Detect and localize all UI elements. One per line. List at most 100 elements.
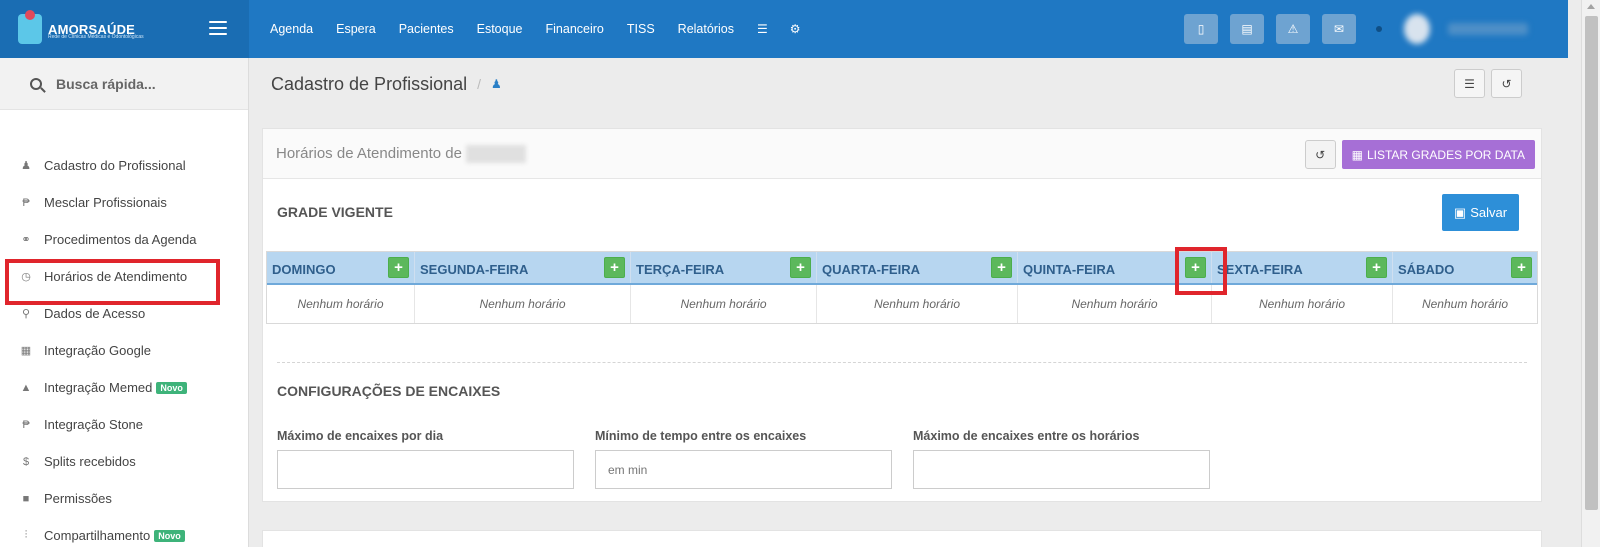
clock-icon: ◷: [21, 271, 31, 283]
day-column-segunda: SEGUNDA-FEIRA +: [415, 252, 631, 283]
scroll-thumb[interactable]: [1585, 16, 1598, 510]
history-icon: ↺: [1315, 147, 1326, 162]
grade-title: GRADE VIGENTE: [277, 204, 393, 220]
min-interval-label: Mínimo de tempo entre os encaixes: [595, 429, 807, 443]
add-slot-button[interactable]: +: [1366, 257, 1387, 278]
sidebar-item-dados-acesso[interactable]: ⚲ Dados de Acesso: [0, 295, 249, 332]
nav-tiss[interactable]: TISS: [627, 22, 655, 36]
search-icon: [30, 77, 42, 90]
header-actions: ☰ ↺: [1448, 69, 1522, 98]
add-slot-button[interactable]: +: [388, 257, 409, 278]
grid-header: DOMINGO + SEGUNDA-FEIRA + TERÇA-FEIRA + …: [267, 252, 1537, 285]
nav-agenda[interactable]: Agenda: [270, 22, 313, 36]
sidebar-item-mesclar[interactable]: ₱ Mesclar Profissionais: [0, 184, 249, 221]
main-content: Cadastro de Profissional / ♟ ☰ ↺ Horário…: [250, 58, 1549, 547]
list-grades-button[interactable]: ▦ LISTAR GRADES POR DATA: [1341, 140, 1535, 169]
highlight-box: [1175, 247, 1227, 295]
breadcrumb: Cadastro de Profissional / ♟: [250, 58, 1549, 110]
empty-slot-text: Nenhum horário: [415, 285, 631, 323]
day-column-domingo: DOMINGO +: [267, 252, 415, 283]
panel-header: Horários de Atendimento de ↺ ▦ LISTAR GR…: [263, 129, 1541, 179]
add-slot-button[interactable]: +: [1511, 257, 1532, 278]
add-slot-button[interactable]: +: [991, 257, 1012, 278]
day-column-sexta: SEXTA-FEIRA +: [1212, 252, 1393, 283]
sidebar-item-splits[interactable]: $ Splits recebidos: [0, 443, 249, 480]
max-per-day-input[interactable]: [277, 450, 574, 489]
sidebar-item-label: Dados de Acesso: [44, 306, 146, 321]
sidebar-item-label: Procedimentos da Agenda: [44, 232, 197, 247]
key-icon: ⚲: [21, 308, 31, 320]
card-icon[interactable]: ▤: [1230, 14, 1264, 44]
nav-financeiro[interactable]: Financeiro: [546, 22, 604, 36]
username-blurred[interactable]: [1448, 23, 1528, 35]
scroll-up-arrow-icon[interactable]: [1587, 4, 1595, 9]
status-dot: [1376, 26, 1382, 32]
new-badge: Novo: [156, 381, 187, 394]
bell-icon[interactable]: ⚠: [1276, 14, 1310, 44]
day-label: SEXTA-FEIRA: [1217, 262, 1303, 277]
sidebar-item-compartilhamento[interactable]: ⫶ Compartilhamento Novo: [0, 517, 249, 547]
sidebar-item-stone[interactable]: ₱ Integração Stone: [0, 406, 249, 443]
nav-espera[interactable]: Espera: [336, 22, 376, 36]
inbox-icon[interactable]: ▯: [1184, 14, 1218, 44]
sidebar-item-horarios[interactable]: ◷ Horários de Atendimento: [0, 258, 249, 305]
day-column-quarta: QUARTA-FEIRA +: [817, 252, 1018, 283]
sidebar-item-memed[interactable]: ▲ Integração Memed Novo: [0, 369, 249, 406]
user-doctor-icon[interactable]: ♟: [491, 77, 502, 91]
database-icon[interactable]: ☰: [757, 22, 768, 36]
empty-slot-text: Nenhum horário: [817, 285, 1018, 323]
hamburger-menu-icon[interactable]: [209, 21, 227, 35]
sidebar: Busca rápida... ♟ Cadastro do Profission…: [0, 58, 249, 547]
nav-pacientes[interactable]: Pacientes: [399, 22, 454, 36]
top-right-actions: ▯ ▤ ⚠ ✉: [1172, 0, 1528, 58]
breadcrumb-separator: /: [477, 76, 481, 92]
quick-search[interactable]: Busca rápida...: [0, 58, 248, 110]
save-button[interactable]: ▣ Salvar: [1442, 194, 1519, 231]
lock-icon: ■: [22, 492, 30, 505]
day-label: QUARTA-FEIRA: [822, 262, 920, 277]
brand-logo-icon: [18, 10, 42, 44]
page-scrollbar[interactable]: [1581, 0, 1600, 547]
min-interval-input[interactable]: [595, 450, 892, 489]
sidebar-item-procedimentos[interactable]: ⚭ Procedimentos da Agenda: [0, 221, 249, 258]
search-input[interactable]: Busca rápida...: [56, 76, 156, 92]
sidebar-item-google[interactable]: ▦ Integração Google: [0, 332, 249, 369]
stone-icon: ₱: [22, 418, 30, 431]
day-label: QUINTA-FEIRA: [1023, 262, 1116, 277]
empty-slot-text: Nenhum horário: [1421, 297, 1509, 311]
empty-slot-text: Nenhum horário: [631, 285, 817, 323]
user-doctor-icon: ♟: [21, 160, 31, 172]
max-between-input[interactable]: [913, 450, 1210, 489]
top-navbar: AMORSAÚDE Rede de Clínicas Médicas e Odo…: [0, 0, 1568, 58]
list-grades-label: LISTAR GRADES POR DATA: [1366, 147, 1525, 162]
page-title: Cadastro de Profissional: [271, 73, 468, 94]
encaixes-title: CONFIGURAÇÕES DE ENCAIXES: [277, 383, 501, 399]
sidebar-menu: ♟ Cadastro do Profissional ₱ Mesclar Pro…: [0, 147, 249, 547]
sidebar-item-label: Compartilhamento: [44, 528, 151, 543]
sidebar-item-label: Integração Google: [44, 343, 151, 358]
stethoscope-icon: ⚭: [21, 234, 31, 246]
sidebar-item-permissoes[interactable]: ■ Permissões: [0, 480, 249, 517]
avatar[interactable]: [1404, 14, 1430, 44]
list-icon[interactable]: ☰: [1454, 69, 1485, 98]
sidebar-item-cadastro[interactable]: ♟ Cadastro do Profissional: [0, 147, 249, 184]
gear-icon[interactable]: ⚙: [790, 22, 801, 36]
save-icon: ▣: [1453, 204, 1467, 220]
nav-relatorios[interactable]: Relatórios: [678, 22, 734, 36]
chat-icon[interactable]: ✉: [1322, 14, 1356, 44]
add-slot-button[interactable]: +: [604, 257, 625, 278]
sidebar-item-label: Permissões: [44, 491, 112, 506]
history-button[interactable]: ↺: [1304, 140, 1336, 169]
day-label: TERÇA-FEIRA: [636, 262, 725, 277]
history-icon[interactable]: ↺: [1491, 69, 1522, 98]
nav-estoque[interactable]: Estoque: [477, 22, 523, 36]
schedule-panel: Horários de Atendimento de ↺ ▦ LISTAR GR…: [262, 128, 1542, 502]
max-between-label: Máximo de encaixes entre os horários: [913, 429, 1140, 443]
sidebar-item-label: Splits recebidos: [44, 454, 136, 469]
sidebar-item-label: Integração Stone: [44, 417, 144, 432]
professional-name-blurred: [465, 144, 526, 163]
max-per-day-label: Máximo de encaixes por dia: [277, 429, 444, 443]
brand-area[interactable]: AMORSAÚDE Rede de Clínicas Médicas e Odo…: [0, 0, 249, 58]
add-slot-button[interactable]: +: [790, 257, 811, 278]
panel-title: Horários de Atendimento de: [276, 145, 462, 162]
